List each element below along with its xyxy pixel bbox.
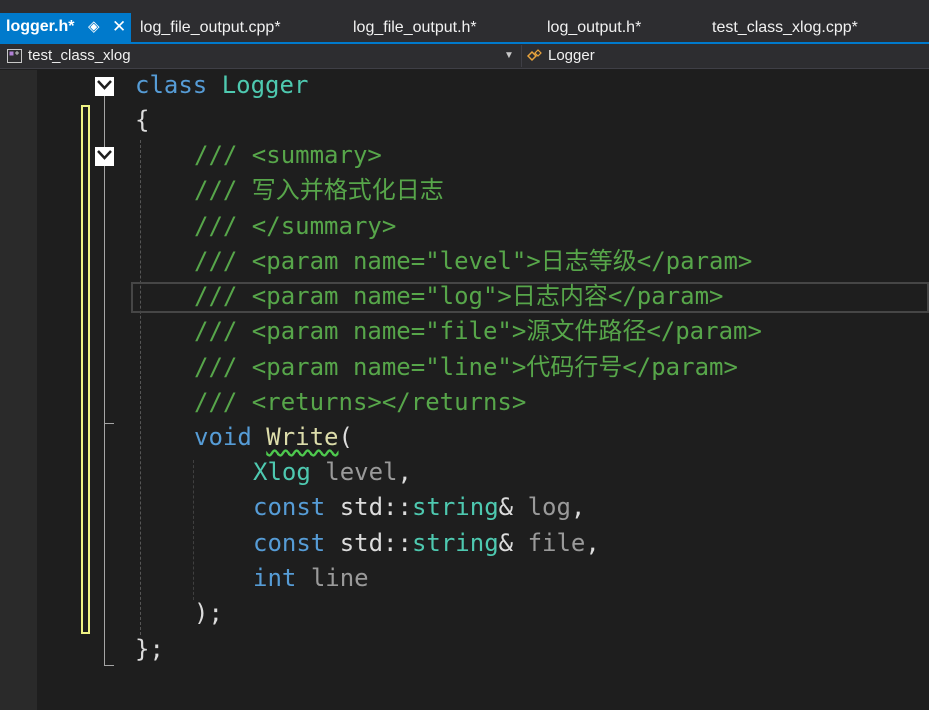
parameter-token: line (310, 564, 369, 592)
code-line-4: /// 写入并格式化日志 (194, 176, 444, 204)
class-name-token: Logger (221, 71, 309, 99)
close-icon[interactable]: ✕ (112, 13, 126, 41)
code-line-12: Xlog level, (253, 455, 412, 490)
punctuation-token: ( (338, 423, 353, 451)
parameter-token: log (527, 493, 571, 521)
code-line-17: }; (135, 635, 164, 663)
code-line-16: ); (194, 599, 223, 627)
symbol-dropdown[interactable]: Logger (521, 45, 929, 67)
code-line-9: /// <param name="line">代码行号</param> (194, 353, 738, 381)
type-token: string (411, 493, 499, 521)
tab-log-output-h[interactable]: log_output.h* (547, 14, 641, 42)
parameter-token: file (527, 529, 586, 557)
tab-logger-h[interactable]: logger.h* ◈ ✕ (0, 13, 131, 42)
collapse-icon[interactable] (95, 77, 114, 96)
namespace-token: std:: (339, 493, 412, 521)
keyword-token: const (253, 529, 326, 557)
code-line-5: /// </summary> (194, 212, 397, 240)
code-line-1: class Logger (135, 68, 308, 103)
code-line-14: const std::string& file, (253, 526, 600, 561)
outline-line (104, 96, 105, 666)
navigation-bar: test_class_xlog ▼ Logger (0, 44, 929, 69)
punctuation-token: & (498, 493, 514, 521)
code-line-6: /// <param name="level">日志等级</param> (194, 247, 753, 275)
chevron-down-icon[interactable]: ▼ (504, 45, 514, 67)
collapse-icon[interactable] (95, 147, 114, 166)
tab-label: test_class_xlog.cpp* (712, 19, 858, 36)
punctuation-token: , (570, 493, 586, 521)
tab-label: log_file_output.h* (353, 19, 477, 36)
tab-log-file-output-cpp[interactable]: log_file_output.cpp* (140, 14, 281, 42)
punctuation-token: , (585, 529, 600, 557)
project-name: test_class_xlog (28, 47, 131, 64)
outline-end-tick (104, 665, 114, 666)
class-icon (527, 49, 542, 62)
indent-guide (193, 460, 194, 600)
parameter-token: level (325, 458, 398, 486)
pin-icon[interactable]: ◈ (88, 13, 100, 41)
change-tracking-marker (81, 105, 90, 634)
type-token: Xlog (253, 458, 311, 486)
keyword-token: class (135, 71, 208, 99)
project-icon (7, 49, 22, 63)
keyword-token: int (253, 564, 297, 592)
indicator-margin (0, 70, 37, 710)
tab-log-file-output-h[interactable]: log_file_output.h* (353, 14, 477, 42)
code-line-7: /// <param name="log">日志内容</param> (194, 282, 724, 310)
outline-summary-end-tick (104, 423, 114, 424)
keyword-token: void (194, 423, 252, 451)
code-line-11: void Write( (194, 420, 353, 455)
punctuation-token: , (397, 458, 412, 486)
indent-guide (140, 140, 141, 635)
code-line-15: int line (253, 561, 369, 596)
document-tab-bar: logger.h* ◈ ✕ log_file_output.cpp* log_f… (0, 0, 929, 42)
code-line-2: { (135, 106, 150, 134)
tab-test-class-xlog-cpp[interactable]: test_class_xlog.cpp* (712, 14, 858, 42)
keyword-token: const (253, 493, 326, 521)
type-token: string (411, 529, 499, 557)
project-dropdown[interactable]: test_class_xlog ▼ (4, 45, 515, 67)
code-line-13: const std::string& log, (253, 490, 585, 525)
tab-label: log_file_output.cpp* (140, 19, 281, 36)
code-line-3: /// <summary> (194, 141, 382, 169)
punctuation-token: & (498, 529, 514, 557)
tab-label: log_output.h* (547, 19, 642, 36)
code-line-10: /// <returns></returns> (194, 388, 527, 416)
function-name-token: Write (266, 423, 339, 451)
code-line-8: /// <param name="file">源文件路径</param> (194, 317, 762, 345)
tab-label: logger.h* (6, 18, 75, 35)
namespace-token: std:: (339, 529, 412, 557)
symbol-name: Logger (548, 47, 595, 64)
